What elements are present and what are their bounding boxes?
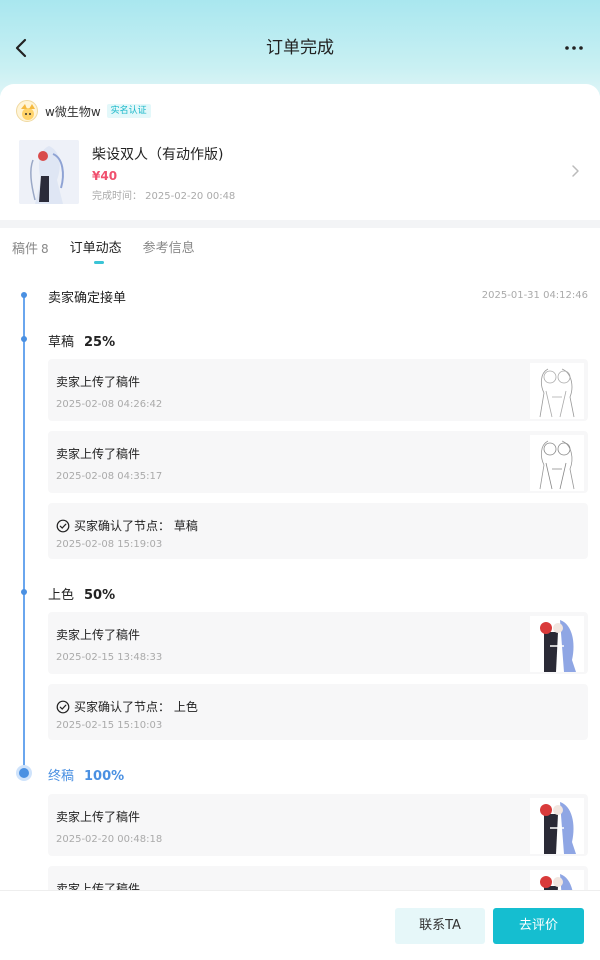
section-divider	[0, 220, 600, 228]
stage-name: 终稿	[48, 769, 75, 784]
record-time: 2025-02-15 13:48:33	[56, 652, 163, 663]
product-price: ¥40	[92, 169, 118, 183]
timeline-line	[23, 295, 25, 773]
record-label: 买家确认了节点： 上色	[74, 700, 198, 714]
write-review-button[interactable]: 去评价	[493, 908, 584, 944]
artwork-thumbnail[interactable]	[530, 798, 584, 854]
tab-label: 参考信息	[142, 241, 195, 256]
tab-reference-info[interactable]: 参考信息	[143, 240, 195, 264]
event-accepted-title: 卖家确定接单	[48, 291, 127, 306]
more-icon[interactable]	[562, 36, 586, 60]
header-bar: 订单完成	[0, 0, 600, 96]
product-title[interactable]: 柴设双人（有动作版)	[92, 144, 223, 164]
timeline-dot	[21, 292, 27, 298]
verified-badge: 实名认证	[106, 104, 151, 118]
stage-percent: 50%	[84, 588, 116, 603]
active-tab-indicator	[93, 261, 104, 264]
stage-color-title: 上色 50%	[48, 584, 115, 603]
seller-row[interactable]: w微生物w 实名认证	[16, 100, 151, 122]
sketch-thumbnail[interactable]	[530, 363, 584, 419]
record-text: 卖家上传了稿件	[56, 810, 141, 824]
record-label: 买家确认了节点： 草稿	[74, 519, 198, 533]
tab-label: 稿件	[12, 242, 39, 257]
record-item: 买家确认了节点： 上色 2025-02-15 15:10:03	[48, 684, 588, 740]
timeline-dot	[21, 589, 27, 595]
record-text: 卖家上传了稿件	[56, 375, 141, 389]
record-time: 2025-02-08 04:35:17	[56, 471, 163, 482]
record-text: 卖家上传了稿件	[56, 628, 141, 642]
record-item[interactable]: 卖家上传了稿件 2025-02-08 04:35:17	[48, 431, 588, 493]
tab-label: 订单动态	[69, 241, 122, 256]
seller-name[interactable]: w微生物w	[45, 103, 101, 120]
stage-name: 上色	[48, 588, 75, 603]
sketch-thumbnail[interactable]	[530, 435, 584, 491]
record-text: 卖家上传了稿件	[56, 447, 141, 461]
tab-manuscripts[interactable]: 稿件 8	[12, 240, 49, 264]
contact-seller-button[interactable]: 联系TA	[395, 908, 485, 944]
tab-bar: 稿件 8 订单动态 参考信息	[12, 240, 216, 264]
bottom-action-bar: 联系TA 去评价	[0, 890, 600, 960]
product-thumbnail[interactable]	[19, 140, 79, 204]
record-time: 2025-02-20 00:48:18	[56, 834, 163, 845]
artwork-thumbnail[interactable]	[530, 616, 584, 672]
tab-order-activity[interactable]: 订单动态	[70, 240, 122, 264]
record-item[interactable]: 卖家上传了稿件 2025-02-08 04:26:42	[48, 359, 588, 421]
page-title: 订单完成	[266, 38, 334, 58]
record-item[interactable]: 卖家上传了稿件 2025-02-15 13:48:33	[48, 612, 588, 674]
check-circle-icon	[56, 519, 70, 532]
stage-name: 草稿	[48, 335, 75, 350]
timeline-dot-current	[19, 768, 29, 778]
record-time: 2025-02-08 15:19:03	[56, 539, 163, 550]
chevron-right-icon[interactable]	[568, 164, 582, 178]
event-accepted-time: 2025-01-31 04:12:46	[481, 290, 588, 301]
order-summary-card[interactable]: w微生物w 实名认证 柴设双人（有动作版) ¥40 完成时间： 2025-02-…	[0, 84, 600, 220]
complete-time: 完成时间： 2025-02-20 00:48	[92, 191, 236, 202]
timeline-dot	[21, 336, 27, 342]
record-text: 买家确认了节点： 草稿	[56, 517, 198, 534]
record-text: 买家确认了节点： 上色	[56, 698, 198, 715]
stage-draft-title: 草稿 25%	[48, 331, 115, 350]
record-time: 2025-02-15 15:10:03	[56, 720, 163, 731]
tab-count: 8	[41, 242, 49, 256]
stage-percent: 100%	[84, 769, 125, 784]
seller-avatar[interactable]	[16, 100, 38, 122]
stage-final-title: 终稿 100%	[48, 765, 124, 784]
check-circle-icon	[56, 700, 70, 713]
record-item: 买家确认了节点： 草稿 2025-02-08 15:19:03	[48, 503, 588, 559]
record-item[interactable]: 卖家上传了稿件 2025-02-20 00:48:18	[48, 794, 588, 856]
record-time: 2025-02-08 04:26:42	[56, 399, 163, 410]
stage-percent: 25%	[84, 335, 116, 350]
